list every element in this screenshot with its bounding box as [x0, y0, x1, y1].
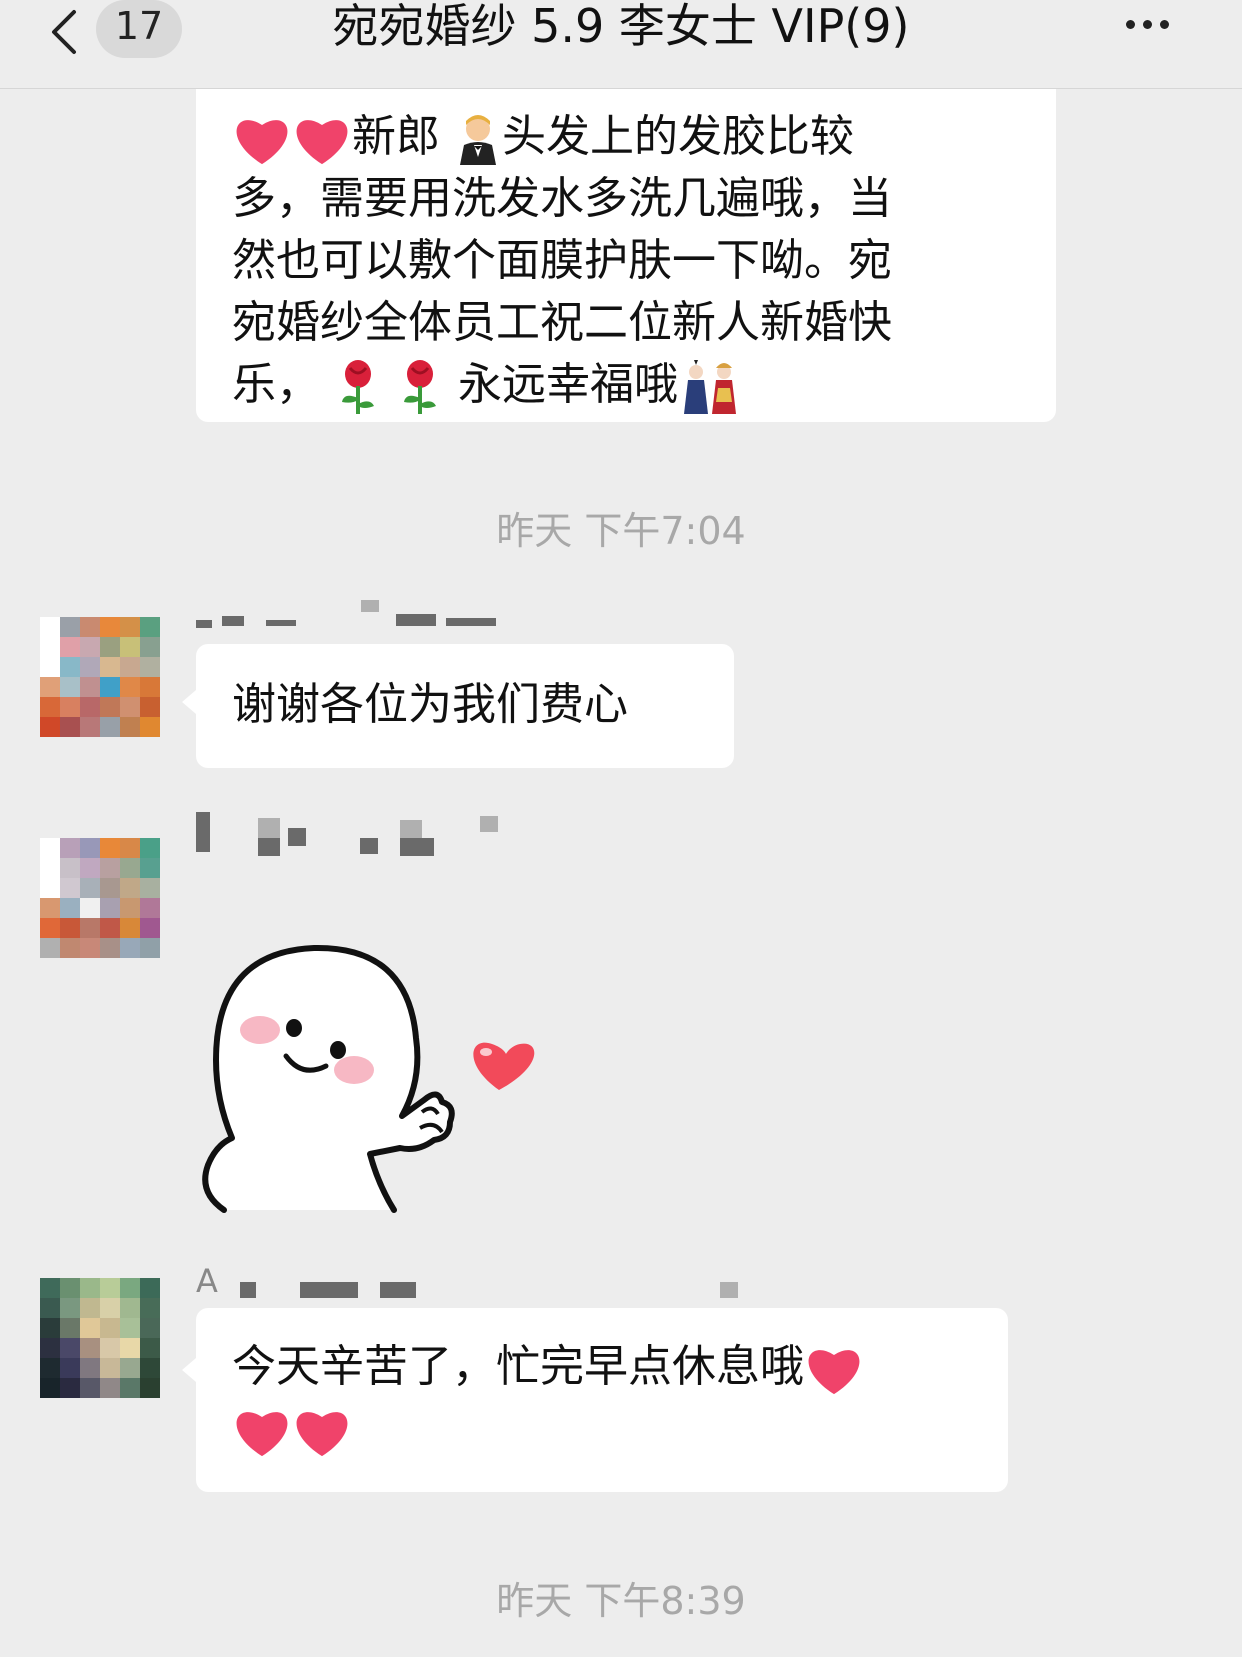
- message-line: 今天辛苦了，忙完早点休息哦: [232, 1336, 972, 1398]
- message-bubble-2[interactable]: 谢谢各位为我们费心: [196, 644, 734, 768]
- timestamp: 昨天 下午7:04: [496, 509, 746, 553]
- message-line: [232, 1398, 972, 1460]
- heart-icon: [808, 1350, 860, 1395]
- message-line: 然也可以敷个面膜护肤一下呦。宛: [232, 235, 892, 286]
- bubble-tail: [182, 1358, 196, 1382]
- heart-icon: [236, 120, 288, 165]
- message-text: 头发上的发胶比较: [502, 111, 854, 162]
- message-line: 新郎 头发上的发胶比较: [232, 106, 1020, 168]
- message-bubble-1[interactable]: 新郎 头发上的发胶比较 多，需要用洗发水多洗几遍哦，当 然也可以敷个面膜护肤一下…: [196, 60, 1056, 422]
- message-text: 今天辛苦了，忙完早点休息哦: [232, 1341, 804, 1392]
- message-line: 乐， 永远幸福哦: [232, 354, 1020, 416]
- more-icon: [1126, 20, 1135, 29]
- message-line: 宛婚纱全体员工祝二位新人新婚快: [232, 297, 892, 348]
- message-text: 乐，: [232, 359, 320, 410]
- sender-initial: A: [196, 1262, 218, 1300]
- sender-name-redacted: [196, 600, 526, 630]
- more-button[interactable]: [1126, 14, 1196, 34]
- avatar[interactable]: [40, 617, 160, 737]
- more-icon-dot: [1160, 20, 1169, 29]
- bubble-tail: [182, 690, 196, 714]
- message-bubble-4[interactable]: 今天辛苦了，忙完早点休息哦: [196, 1308, 1008, 1492]
- smiley-sticker-image: [202, 944, 535, 1213]
- rose-icon: [404, 360, 436, 414]
- message-text: 新郎: [352, 111, 440, 162]
- message-text: 谢谢各位为我们费心: [232, 679, 628, 730]
- groom-icon: [460, 115, 496, 165]
- heart-icon: [296, 1412, 348, 1457]
- message-line: 多，需要用洗发水多洗几遍哦，当: [232, 173, 892, 224]
- dolls-icon: [684, 360, 736, 414]
- rose-icon: [342, 360, 374, 414]
- avatar[interactable]: [40, 838, 160, 958]
- chat-header: 17 宛宛婚纱 5.9 李女士 VIP(9): [0, 0, 1242, 89]
- smiley-sticker[interactable]: [194, 940, 564, 1220]
- sender-name-redacted: [196, 812, 516, 860]
- chat-title: 宛宛婚纱 5.9 李女士 VIP(9): [332, 0, 910, 53]
- heart-icon: [296, 120, 348, 165]
- avatar[interactable]: [40, 1278, 160, 1398]
- sender-name-redacted: A: [196, 1262, 756, 1302]
- heart-icon: [236, 1412, 288, 1457]
- message-text: 永远幸福哦: [458, 359, 678, 410]
- timestamp: 昨天 下午8:39: [496, 1579, 746, 1623]
- more-icon-dot: [1143, 20, 1152, 29]
